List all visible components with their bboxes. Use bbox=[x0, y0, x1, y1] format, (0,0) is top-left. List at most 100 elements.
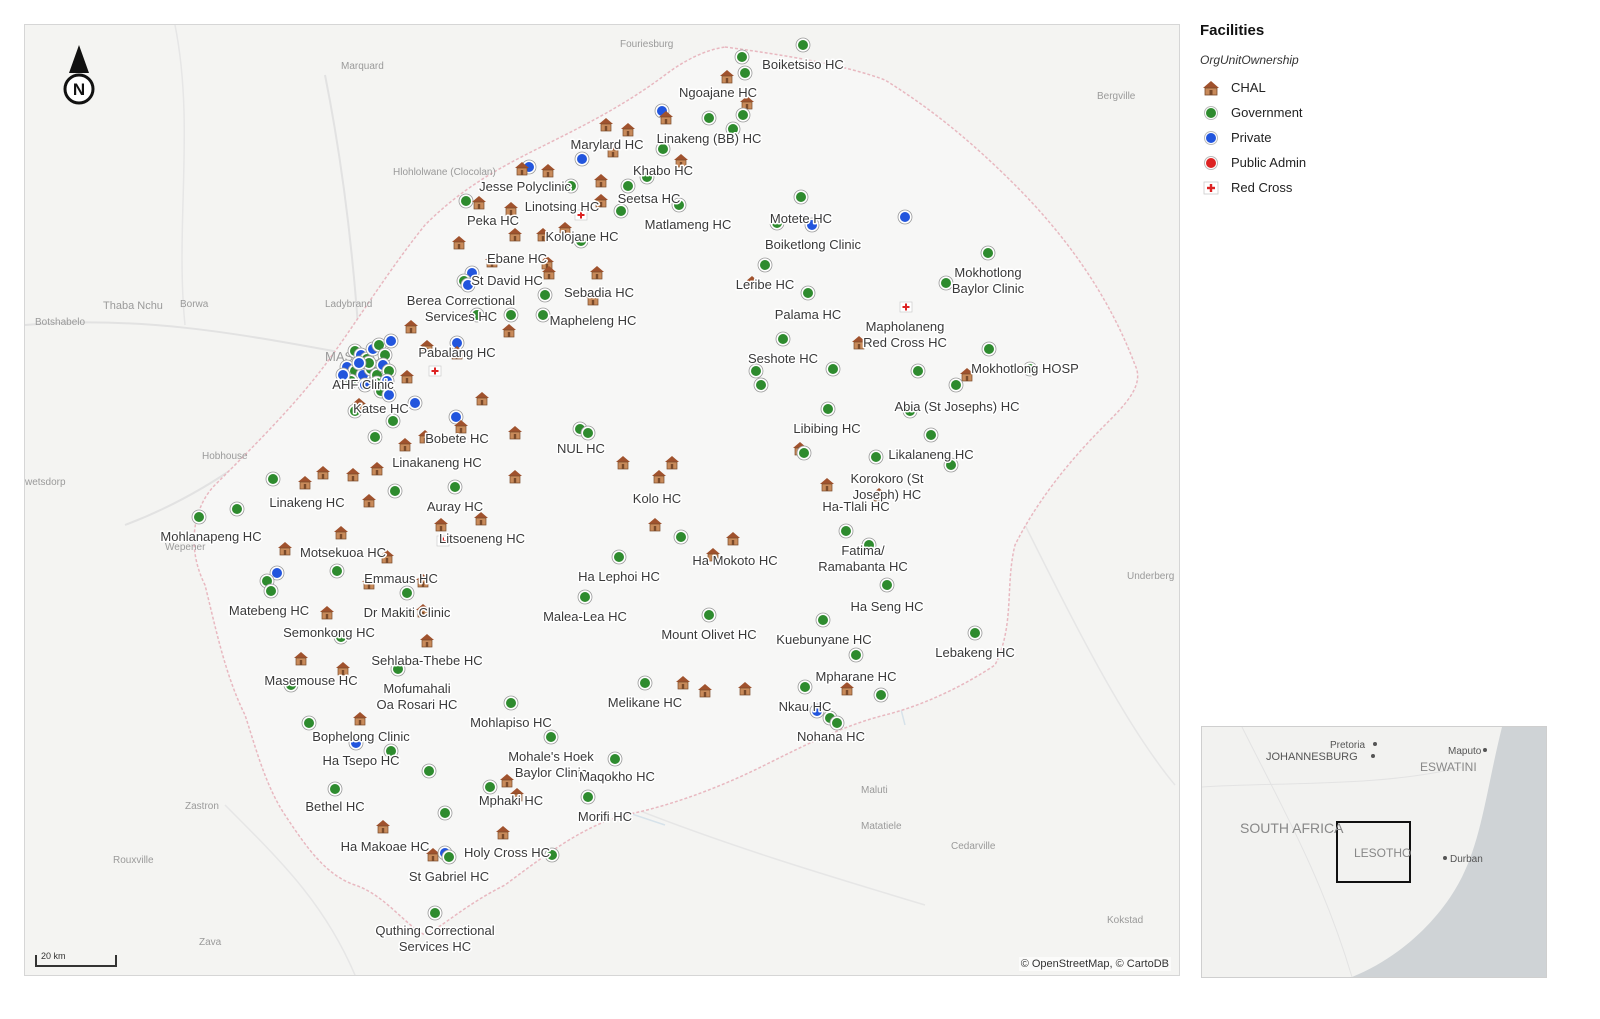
facility-label: Matlameng HC bbox=[645, 217, 732, 232]
facility-government-marker[interactable] bbox=[848, 647, 864, 663]
facility-label: Mokhotlong HOSP bbox=[971, 361, 1079, 376]
facility-government-marker[interactable] bbox=[263, 583, 279, 599]
facility-label: Quthing Correctional Services HC bbox=[375, 923, 494, 954]
facility-government-marker[interactable] bbox=[868, 449, 884, 465]
facility-government-marker[interactable] bbox=[910, 363, 926, 379]
facility-label: Semonkong HC bbox=[283, 625, 375, 640]
facility-government-marker[interactable] bbox=[748, 363, 764, 379]
map-panel[interactable]: Fouriesburg Marquard Bergville Hlohlolwane … bbox=[24, 24, 1180, 976]
facility-government-marker[interactable] bbox=[775, 331, 791, 347]
facility-government-marker[interactable] bbox=[580, 789, 596, 805]
facility-red-cross-marker[interactable] bbox=[899, 301, 913, 313]
facility-government-marker[interactable] bbox=[825, 361, 841, 377]
blue-dot-icon bbox=[1200, 130, 1222, 146]
facility-label: Linotsing HC bbox=[525, 199, 599, 214]
facility-label: Bobete HC bbox=[425, 431, 489, 446]
facility-private-marker[interactable] bbox=[407, 395, 423, 411]
facility-government-marker[interactable] bbox=[735, 107, 751, 123]
map-canvas[interactable]: Fouriesburg Marquard Bergville Hlohlolwane … bbox=[25, 25, 1179, 975]
facility-government-marker[interactable] bbox=[829, 715, 845, 731]
facility-government-marker[interactable] bbox=[795, 37, 811, 53]
facility-government-marker[interactable] bbox=[838, 523, 854, 539]
facility-government-marker[interactable] bbox=[820, 401, 836, 417]
facility-government-marker[interactable] bbox=[757, 257, 773, 273]
facility-label: Libibing HC bbox=[793, 421, 860, 436]
facility-government-marker[interactable] bbox=[327, 781, 343, 797]
facility-government-marker[interactable] bbox=[734, 49, 750, 65]
north-arrow: N bbox=[59, 43, 99, 107]
facility-government-marker[interactable] bbox=[980, 245, 996, 261]
facility-government-marker[interactable] bbox=[543, 729, 559, 745]
inset-label: Maputo bbox=[1448, 746, 1482, 757]
facility-label: Linakeng (BB) HC bbox=[657, 131, 762, 146]
facility-government-marker[interactable] bbox=[873, 687, 889, 703]
region-label: Botshabelo bbox=[35, 317, 85, 328]
facility-government-marker[interactable] bbox=[967, 625, 983, 641]
facility-label: Ha Seng HC bbox=[851, 599, 924, 614]
facility-government-marker[interactable] bbox=[613, 203, 629, 219]
facility-government-marker[interactable] bbox=[503, 695, 519, 711]
facility-government-marker[interactable] bbox=[879, 577, 895, 593]
region-label: Zava bbox=[199, 937, 222, 948]
facility-government-marker[interactable] bbox=[815, 612, 831, 628]
facility-government-marker[interactable] bbox=[701, 607, 717, 623]
facility-government-marker[interactable] bbox=[737, 65, 753, 81]
facility-government-marker[interactable] bbox=[387, 483, 403, 499]
facility-label: Mohlanapeng HC bbox=[160, 529, 261, 544]
region-label: Matatiele bbox=[861, 821, 902, 832]
facility-government-marker[interactable] bbox=[796, 445, 812, 461]
facility-government-marker[interactable] bbox=[447, 479, 463, 495]
facility-government-marker[interactable] bbox=[421, 763, 437, 779]
facility-label: Ngoajane HC bbox=[679, 85, 757, 100]
legend-item-public-admin: Public Admin bbox=[1200, 150, 1500, 175]
facility-label: Ha Tsepo HC bbox=[322, 753, 399, 768]
facility-label: Mapheleng HC bbox=[550, 313, 637, 328]
facility-government-marker[interactable] bbox=[701, 110, 717, 126]
facility-government-marker[interactable] bbox=[637, 675, 653, 691]
inset-map: Pretoria JOHANNESBURG Maputo ESWATINI SO… bbox=[1201, 726, 1547, 978]
facility-government-marker[interactable] bbox=[437, 805, 453, 821]
facility-government-marker[interactable] bbox=[793, 189, 809, 205]
facility-government-marker[interactable] bbox=[482, 779, 498, 795]
facility-government-marker[interactable] bbox=[503, 307, 519, 323]
facility-government-marker[interactable] bbox=[753, 377, 769, 393]
facility-government-marker[interactable] bbox=[399, 585, 415, 601]
facility-government-marker[interactable] bbox=[441, 849, 457, 865]
facility-label: Kolojane HC bbox=[546, 229, 619, 244]
facility-label: Korokoro (St Joseph) HC bbox=[851, 471, 924, 502]
facility-government-marker[interactable] bbox=[923, 427, 939, 443]
facility-government-marker[interactable] bbox=[800, 285, 816, 301]
facility-government-marker[interactable] bbox=[611, 549, 627, 565]
facility-private-marker[interactable] bbox=[574, 151, 590, 167]
facility-government-marker[interactable] bbox=[607, 751, 623, 767]
facility-government-marker[interactable] bbox=[537, 287, 553, 303]
facility-label: NUL HC bbox=[557, 441, 605, 456]
red-cross-icon bbox=[1200, 180, 1222, 196]
facility-private-marker[interactable] bbox=[897, 209, 913, 225]
facility-government-marker[interactable] bbox=[191, 509, 207, 525]
facility-government-marker[interactable] bbox=[673, 529, 689, 545]
facility-government-marker[interactable] bbox=[229, 501, 245, 517]
facility-government-marker[interactable] bbox=[577, 589, 593, 605]
facility-government-marker[interactable] bbox=[329, 563, 345, 579]
facility-label: Auray HC bbox=[427, 499, 483, 514]
facility-government-marker[interactable] bbox=[797, 679, 813, 695]
facility-label: Morifi HC bbox=[578, 809, 632, 824]
facility-government-marker[interactable] bbox=[948, 377, 964, 393]
facility-red-cross-marker[interactable] bbox=[428, 365, 442, 377]
facility-government-marker[interactable] bbox=[535, 307, 551, 323]
facility-government-marker[interactable] bbox=[385, 413, 401, 429]
facility-label: Mohlapiso HC bbox=[470, 715, 552, 730]
facility-label: Malea-Lea HC bbox=[543, 609, 627, 624]
facility-private-marker[interactable] bbox=[383, 333, 399, 349]
facility-government-marker[interactable] bbox=[301, 715, 317, 731]
facility-government-marker[interactable] bbox=[265, 471, 281, 487]
map-attribution[interactable]: © OpenStreetMap, © CartoDB bbox=[1018, 957, 1171, 971]
scale-bar: 20 km bbox=[35, 949, 117, 967]
facility-private-marker[interactable] bbox=[351, 355, 367, 371]
facility-government-marker[interactable] bbox=[367, 429, 383, 445]
facility-government-marker[interactable] bbox=[981, 341, 997, 357]
facility-government-marker[interactable] bbox=[580, 425, 596, 441]
facility-government-marker[interactable] bbox=[458, 193, 474, 209]
facility-government-marker[interactable] bbox=[427, 905, 443, 921]
